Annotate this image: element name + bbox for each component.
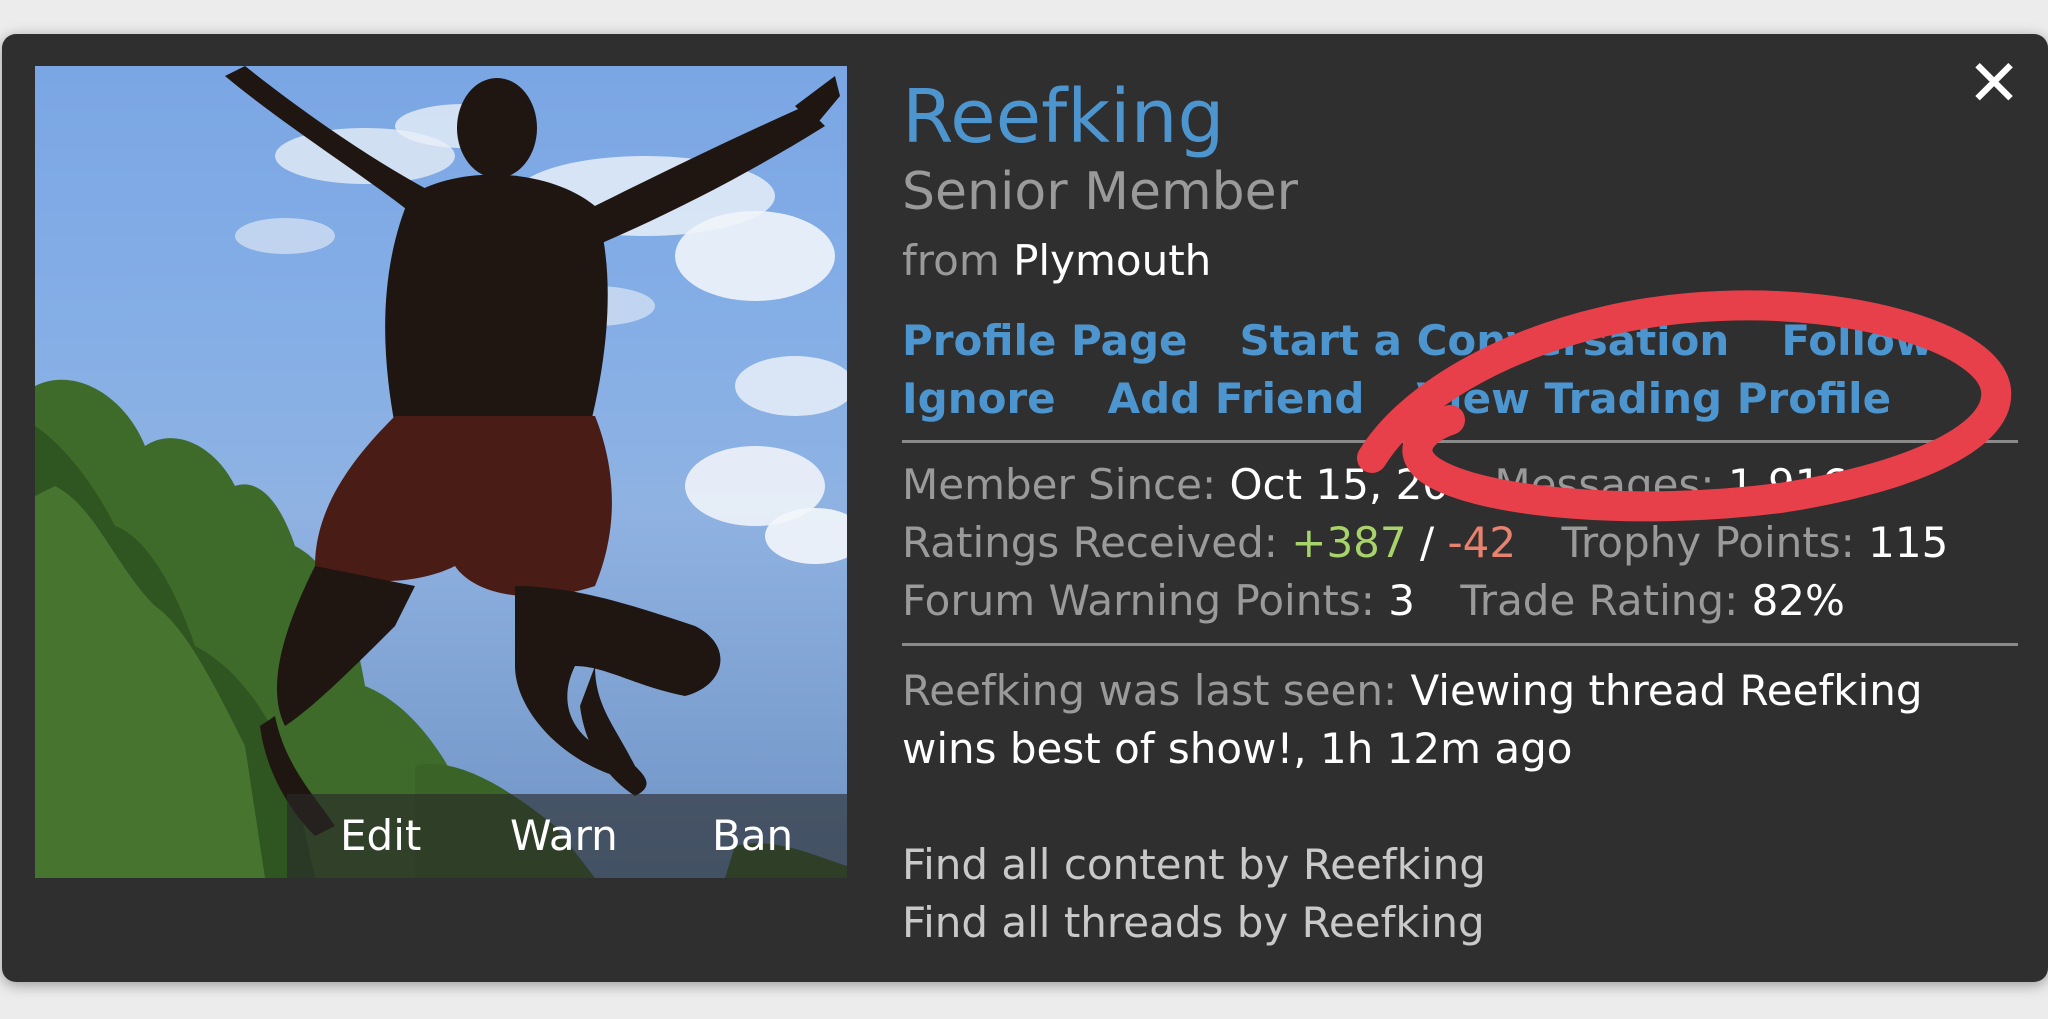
username[interactable]: Reefking: [902, 72, 1225, 162]
stats-row-1: Member Since: Oct 15, 20 Messages: 1,916: [902, 456, 2018, 514]
member-since-value: Oct 15, 20: [1229, 460, 1450, 509]
from-label: from: [902, 236, 1000, 285]
edit-link[interactable]: Edit: [340, 812, 421, 860]
warning-points-value: 3: [1388, 576, 1415, 625]
member-stats: Member Since: Oct 15, 20 Messages: 1,916…: [902, 456, 2018, 630]
ratings-separator: /: [1419, 518, 1435, 567]
close-icon[interactable]: ✕: [1964, 52, 2024, 116]
member-avatar[interactable]: [35, 66, 847, 878]
ratings-negative: -42: [1447, 518, 1517, 567]
divider-bottom: [902, 643, 2018, 646]
divider-top: [902, 440, 2018, 443]
start-conversation-link[interactable]: Start a Conversation: [1240, 312, 1730, 370]
ratings-label: Ratings Received:: [902, 518, 1278, 567]
messages-label: Messages:: [1494, 460, 1715, 509]
follow-link[interactable]: Follow: [1781, 312, 1933, 370]
ignore-link[interactable]: Ignore: [902, 370, 1056, 428]
find-threads-link[interactable]: Find all threads by Reefking: [902, 894, 1486, 952]
trophy-points-label: Trophy Points:: [1561, 518, 1855, 567]
trade-rating-label: Trade Rating:: [1460, 576, 1739, 625]
warn-link[interactable]: Warn: [510, 812, 618, 860]
view-trading-profile-link[interactable]: View Trading Profile: [1416, 370, 1891, 428]
messages-value: 1,916: [1727, 460, 1849, 509]
member-actions: Profile Page Start a Conversation Follow I…: [902, 312, 2022, 428]
find-links: Find all content by Reefking Find all th…: [902, 836, 1486, 952]
avatar-photo: [35, 66, 847, 878]
find-content-link[interactable]: Find all content by Reefking: [902, 836, 1486, 894]
trade-rating-value[interactable]: 82%: [1752, 576, 1845, 625]
last-seen-label: Reefking was last seen:: [902, 666, 1398, 715]
add-friend-link[interactable]: Add Friend: [1108, 370, 1365, 428]
last-seen: Reefking was last seen: Viewing thread R…: [902, 662, 2012, 778]
stats-row-2: Ratings Received: +387 / -42 Trophy Poin…: [902, 514, 2018, 572]
user-title: Senior Member: [902, 162, 1299, 222]
user-location: from Plymouth: [902, 234, 1211, 288]
profile-page-link[interactable]: Profile Page: [902, 312, 1188, 370]
stats-row-3: Forum Warning Points: 3 Trade Rating: 82…: [902, 572, 2018, 630]
warning-points-label: Forum Warning Points:: [902, 576, 1375, 625]
location-value[interactable]: Plymouth: [1013, 236, 1211, 285]
trophy-points-value[interactable]: 115: [1868, 518, 1948, 567]
member-since-label: Member Since:: [902, 460, 1217, 509]
ratings-positive: +387: [1291, 518, 1407, 567]
ban-link[interactable]: Ban: [712, 812, 793, 860]
